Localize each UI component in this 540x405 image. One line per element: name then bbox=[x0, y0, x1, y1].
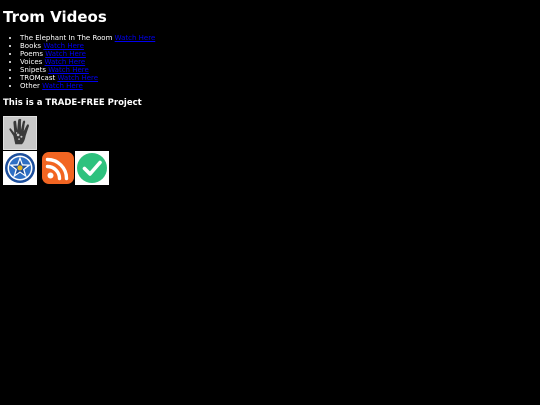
watch-here-link[interactable]: Watch Here bbox=[115, 34, 156, 42]
video-label: Snipets bbox=[20, 66, 46, 74]
watch-here-link[interactable]: Watch Here bbox=[45, 58, 86, 66]
trade-free-heading: This is a TRADE-FREE Project bbox=[3, 98, 142, 108]
list-item: Books Watch Here bbox=[20, 42, 155, 50]
video-label: Poems bbox=[20, 50, 44, 58]
video-list: The Elephant In The Room Watch Here Book… bbox=[0, 34, 155, 90]
trade-free-badge-link[interactable] bbox=[3, 116, 37, 150]
watch-here-link[interactable]: Watch Here bbox=[43, 42, 84, 50]
page-title: Trom Videos bbox=[3, 8, 107, 26]
star-emblem-badge-link[interactable] bbox=[3, 151, 37, 185]
list-item: The Elephant In The Room Watch Here bbox=[20, 34, 155, 42]
rss-feed-icon bbox=[41, 151, 75, 185]
list-item: Poems Watch Here bbox=[20, 50, 155, 58]
video-label: Voices bbox=[20, 58, 43, 66]
trade-free-hand-icon bbox=[4, 117, 36, 149]
star-emblem-icon bbox=[3, 151, 37, 185]
rss-feed-link[interactable] bbox=[41, 151, 75, 185]
video-label: The Elephant In The Room bbox=[20, 34, 113, 42]
watch-here-link[interactable]: Watch Here bbox=[45, 50, 86, 58]
watch-here-link[interactable]: Watch Here bbox=[48, 66, 89, 74]
list-item: Other Watch Here bbox=[20, 82, 155, 90]
list-item: Snipets Watch Here bbox=[20, 66, 155, 74]
watch-here-link[interactable]: Watch Here bbox=[42, 82, 83, 90]
video-label: Other bbox=[20, 82, 40, 90]
list-item: TROMcast Watch Here bbox=[20, 74, 155, 82]
video-label: TROMcast bbox=[20, 74, 56, 82]
verified-check-link[interactable] bbox=[75, 151, 109, 185]
list-item: Voices Watch Here bbox=[20, 58, 155, 66]
green-checkmark-icon bbox=[75, 151, 109, 185]
video-label: Books bbox=[20, 42, 42, 50]
page: Trom Videos The Elephant In The Room Wat… bbox=[0, 0, 540, 405]
watch-here-link[interactable]: Watch Here bbox=[57, 74, 98, 82]
